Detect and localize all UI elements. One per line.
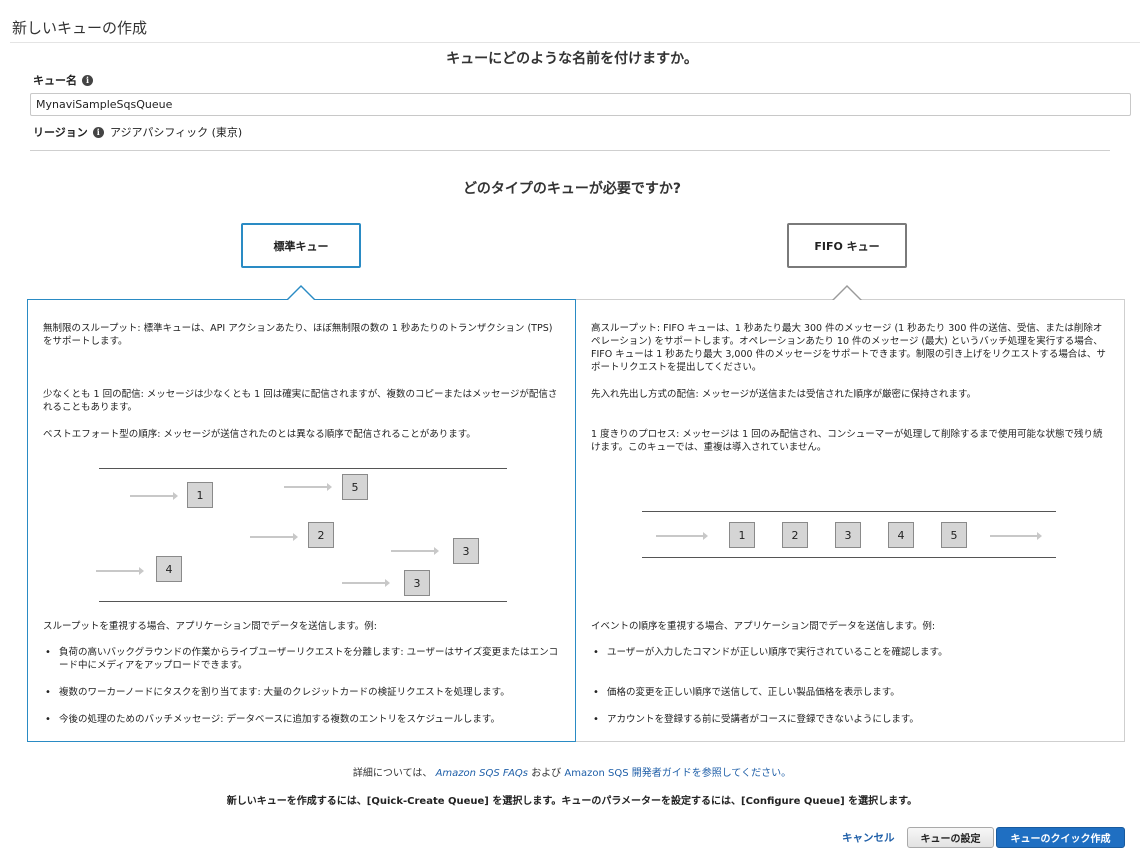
message-box: 2 bbox=[782, 522, 808, 548]
arrow-icon bbox=[130, 492, 178, 500]
region-label: リージョン i bbox=[33, 124, 104, 140]
details-prefix: 詳細については、 bbox=[352, 768, 433, 779]
message-box: 4 bbox=[888, 522, 914, 548]
arrow-icon bbox=[250, 533, 298, 541]
message-box: 5 bbox=[941, 522, 967, 548]
standard-use-intro: スループットを重視する場合、アプリケーション間でデータを送信します。例: bbox=[43, 621, 377, 632]
title-divider bbox=[10, 42, 1140, 43]
create-instruction: 新しいキューを作成するには、[Quick-Create Queue] を選択しま… bbox=[226, 796, 918, 807]
quick-create-queue-button[interactable]: キューのクイック作成 bbox=[996, 827, 1125, 848]
arrow-icon bbox=[96, 567, 144, 575]
sqs-developer-guide-link[interactable]: Amazon SQS 開発者ガイドを参照してください。 bbox=[564, 768, 791, 779]
message-box: 5 bbox=[342, 474, 368, 500]
fifo-queue-panel: 高スループット: FIFO キューは、1 秒あたり最大 300 件のメッセージ … bbox=[575, 285, 1125, 742]
list-item: 今後の処理のためのバッチメッセージ: データベースに追加する複数のエントリをスケ… bbox=[43, 713, 563, 726]
fifo-delivery-text: 先入れ先出し方式の配信: メッセージが送信または受信された順序が厳密に保持されま… bbox=[591, 389, 977, 400]
standard-queue-option[interactable]: 標準キュー bbox=[241, 223, 361, 268]
arrow-icon bbox=[656, 532, 708, 540]
fifo-queue-option[interactable]: FIFO キュー bbox=[787, 223, 907, 268]
list-item: 価格の変更を正しい順序で送信して、正しい製品価格を表示します。 bbox=[591, 686, 1111, 699]
sqs-faq-link[interactable]: Amazon SQS FAQs bbox=[436, 768, 528, 779]
details-text: 詳細については、 Amazon SQS FAQs および Amazon SQS … bbox=[0, 764, 1144, 779]
diagram-line bbox=[642, 557, 1056, 558]
standard-queue-panel: 無制限のスループット: 標準キューは、API アクションあたり、ほぼ無制限の数の… bbox=[27, 285, 576, 742]
message-box: 4 bbox=[156, 556, 182, 582]
region-value: アジアパシフィック (東京) bbox=[110, 126, 243, 139]
list-item: 複数のワーカーノードにタスクを割り当てます: 大量のクレジットカードの検証リクエ… bbox=[43, 686, 563, 699]
arrow-icon bbox=[990, 532, 1042, 540]
fifo-throughput-text: 高スループット: FIFO キューは、1 秒あたり最大 300 件のメッセージ … bbox=[591, 323, 1106, 373]
message-box: 3 bbox=[835, 522, 861, 548]
diagram-line bbox=[642, 511, 1056, 512]
diagram-line bbox=[99, 468, 507, 469]
message-box: 1 bbox=[729, 522, 755, 548]
queue-name-input[interactable] bbox=[30, 93, 1131, 116]
list-item: 負荷の高いバックグラウンドの作業からライブユーザーリクエストを分離します: ユー… bbox=[43, 646, 563, 672]
message-box: 3 bbox=[453, 538, 479, 564]
details-middle: および bbox=[531, 768, 562, 779]
queue-name-label: キュー名 i bbox=[33, 72, 93, 88]
queue-name-label-text: キュー名 bbox=[33, 74, 77, 87]
list-item: アカウントを登録する前に受講者がコースに登録できないようにします。 bbox=[591, 713, 1111, 726]
section-divider bbox=[30, 150, 1110, 151]
region-label-text: リージョン bbox=[33, 126, 88, 139]
type-question: どのタイプのキューが必要ですか? bbox=[462, 181, 682, 197]
name-question: キューにどのような名前を付けますか。 bbox=[446, 51, 698, 67]
arrow-icon bbox=[342, 579, 390, 587]
message-box: 2 bbox=[308, 522, 334, 548]
standard-throughput-text: 無制限のスループット: 標準キューは、API アクションあたり、ほぼ無制限の数の… bbox=[43, 323, 553, 347]
message-box: 1 bbox=[187, 482, 213, 508]
fifo-use-intro: イベントの順序を重視する場合、アプリケーション間でデータを送信します。例: bbox=[591, 621, 936, 632]
page-title: 新しいキューの作成 bbox=[12, 19, 148, 37]
arrow-icon bbox=[391, 547, 439, 555]
cancel-button[interactable]: キャンセル bbox=[842, 830, 895, 845]
list-item: ユーザーが入力したコマンドが正しい順序で実行されていることを確認します。 bbox=[591, 646, 1111, 659]
diagram-line bbox=[99, 601, 507, 602]
info-icon[interactable]: i bbox=[82, 74, 93, 86]
configure-queue-button[interactable]: キューの設定 bbox=[907, 827, 994, 848]
standard-ordering-text: ベストエフォート型の順序: メッセージが送信されたのとは異なる順序で配信されるこ… bbox=[43, 429, 476, 440]
fifo-process-text: 1 度きりのプロセス: メッセージは 1 回のみ配信され、コンシューマーが処理し… bbox=[591, 429, 1103, 453]
standard-delivery-text: 少なくとも 1 回の配信: メッセージは少なくとも 1 回は確実に配信されますが… bbox=[43, 389, 558, 413]
info-icon[interactable]: i bbox=[92, 126, 104, 138]
arrow-icon bbox=[284, 483, 332, 491]
message-box: 3 bbox=[404, 570, 430, 596]
